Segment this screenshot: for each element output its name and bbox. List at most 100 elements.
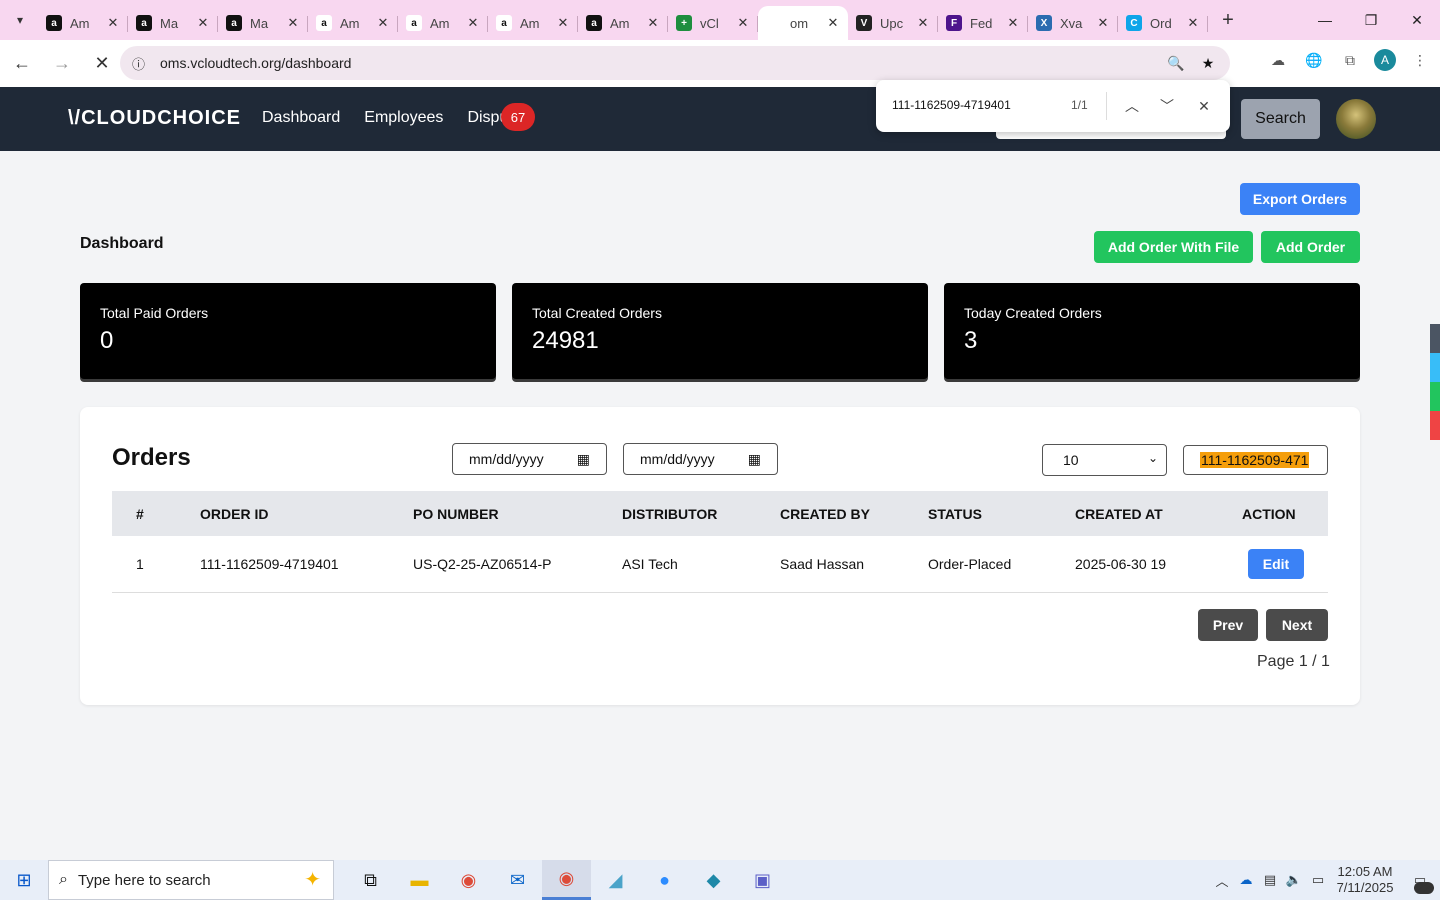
find-next-icon[interactable]: ﹀ <box>1155 94 1179 118</box>
find-in-page-icon[interactable]: 🔍 <box>1164 51 1188 75</box>
stat-card-today-created: Today Created Orders 3 <box>944 283 1360 379</box>
calendar-icon[interactable]: ▦ <box>748 451 761 468</box>
browser-tab[interactable]: a Am ✕ <box>398 6 488 40</box>
clock[interactable]: 12:05 AM 7/11/2025 <box>1330 860 1400 900</box>
tab-close-icon[interactable]: ✕ <box>1006 15 1020 31</box>
chrome-profile-icon[interactable]: ◉ <box>542 860 591 900</box>
browser-tab[interactable]: a Am ✕ <box>488 6 578 40</box>
file-explorer-icon[interactable]: ▬ <box>395 860 444 900</box>
outlook-icon[interactable]: ✉ <box>493 860 542 900</box>
onedrive-icon[interactable]: ☁ <box>1234 860 1258 900</box>
browser-tab[interactable]: F Fed ✕ <box>938 6 1028 40</box>
date-to-input[interactable]: mm/dd/yyyy ▦ <box>623 443 778 475</box>
network-icon[interactable]: ▭ <box>1306 860 1330 900</box>
tab-close-icon[interactable]: ✕ <box>736 15 750 31</box>
browser-tab[interactable]: a Am ✕ <box>38 6 128 40</box>
new-tab-button[interactable]: + <box>1214 6 1242 34</box>
tab-close-icon[interactable]: ✕ <box>286 15 300 31</box>
chrome-icon[interactable]: ◉ <box>444 860 493 900</box>
tab-close-icon[interactable]: ✕ <box>646 15 660 31</box>
tab-close-icon[interactable]: ✕ <box>556 15 570 31</box>
browser-tab[interactable]: a Ma ✕ <box>128 6 218 40</box>
nav-employees[interactable]: Employees <box>364 109 443 127</box>
prev-page-button[interactable]: Prev <box>1198 609 1258 641</box>
volume-icon[interactable]: 🔈 <box>1282 860 1306 900</box>
brand-logo[interactable]: \/CLOUDCHOICE <box>68 107 241 130</box>
site-info-icon[interactable]: ⓘ <box>132 54 156 73</box>
chevron-up-icon[interactable]: ︿ <box>1210 860 1234 900</box>
next-page-button[interactable]: Next <box>1266 609 1328 641</box>
find-previous-icon[interactable]: ︿ <box>1120 94 1144 118</box>
browser-tab[interactable]: + vCl ✕ <box>668 6 758 40</box>
edit-order-button[interactable]: Edit <box>1248 549 1304 579</box>
tab-close-icon[interactable]: ✕ <box>1096 15 1110 31</box>
browser-tab[interactable]: a Ma ✕ <box>218 6 308 40</box>
address-bar[interactable]: ⓘ oms.vcloudtech.org/dashboard 🔍 ★ <box>120 46 1230 80</box>
calendar-icon[interactable]: ▦ <box>577 451 590 468</box>
tab-title: Ma <box>160 15 179 31</box>
add-order-with-file-button[interactable]: Add Order With File <box>1094 231 1253 263</box>
zoom-icon[interactable]: ● <box>640 860 689 900</box>
browser-tab[interactable]: C Ord ✕ <box>1118 6 1208 40</box>
tab-close-icon[interactable]: ✕ <box>826 15 840 31</box>
orders-search-input[interactable]: 111-1162509-471 <box>1183 445 1328 475</box>
restore-icon[interactable]: ❐ <box>1348 0 1394 40</box>
stat-card-total-paid: Total Paid Orders 0 <box>80 283 496 379</box>
export-orders-button[interactable]: Export Orders <box>1240 183 1360 215</box>
tab-close-icon[interactable]: ✕ <box>376 15 390 31</box>
browser-tab[interactable]: X Xva ✕ <box>1028 6 1118 40</box>
translate-icon[interactable]: 🌐 <box>1302 48 1326 72</box>
tab-favicon-icon: F <box>946 15 962 31</box>
date-from-input[interactable]: mm/dd/yyyy ▦ <box>452 443 607 475</box>
browser-menu-icon[interactable]: ⋮ <box>1408 48 1432 72</box>
windows-start-icon[interactable]: ⊞ <box>0 860 48 900</box>
security-icon[interactable]: ▤ <box>1258 860 1282 900</box>
header-search-button[interactable]: Search <box>1241 99 1320 139</box>
tab-title: vCl <box>700 15 719 31</box>
task-view-icon[interactable]: ⧉ <box>346 860 395 900</box>
tab-title: Ord <box>1150 15 1172 31</box>
notification-count: 22 <box>1413 881 1434 894</box>
tab-title: Fed <box>970 15 993 31</box>
tab-close-icon[interactable]: ✕ <box>466 15 480 31</box>
tab-close-icon[interactable]: ✕ <box>1186 15 1200 31</box>
back-button[interactable]: ← <box>4 46 40 82</box>
minimize-icon[interactable]: — <box>1302 0 1348 40</box>
browser-tab[interactable]: V Upc ✕ <box>848 6 938 40</box>
close-window-icon[interactable]: ✕ <box>1394 0 1440 40</box>
page-size-select[interactable]: 10 ⌄ <box>1042 444 1167 476</box>
orders-panel: Orders mm/dd/yyyy ▦ mm/dd/yyyy ▦ 10 ⌄ 11… <box>80 407 1360 705</box>
tab-favicon-icon: a <box>46 15 62 31</box>
forward-button[interactable]: → <box>44 46 80 82</box>
extension-icon[interactable]: ☁ <box>1266 48 1290 72</box>
tab-close-icon[interactable]: ✕ <box>916 15 930 31</box>
user-avatar[interactable] <box>1336 99 1376 139</box>
add-order-button[interactable]: Add Order <box>1261 231 1360 263</box>
page-size-value: 10 <box>1063 452 1079 468</box>
side-widget-strip[interactable] <box>1430 324 1440 442</box>
notification-icon[interactable]: ▭ 22 <box>1400 860 1440 900</box>
find-input[interactable]: 111-1162509-4719401 <box>892 98 1011 112</box>
tab-close-icon[interactable]: ✕ <box>196 15 210 31</box>
disputes-count-badge: 67 <box>501 103 535 131</box>
teams-icon[interactable]: ▣ <box>738 860 787 900</box>
stop-loading-button[interactable]: ✕ <box>84 46 120 82</box>
browser-tab[interactable]: om ✕ <box>758 6 848 40</box>
taskbar-search-placeholder: Type here to search <box>77 871 211 889</box>
browser-tab[interactable]: a Am ✕ <box>578 6 668 40</box>
profile-avatar[interactable]: A <box>1374 49 1396 71</box>
taskbar-search-box[interactable]: ⌕ Type here to search ✦ <box>48 860 334 900</box>
stat-value: 24981 <box>532 327 599 354</box>
nav-dashboard[interactable]: Dashboard <box>262 109 340 127</box>
app-icon[interactable]: ◢ <box>591 860 640 900</box>
tab-close-icon[interactable]: ✕ <box>106 15 120 31</box>
tab-search-button[interactable]: ▾ <box>6 6 34 34</box>
order-id-cell: 111-1162509-4719401 <box>200 556 339 572</box>
find-close-icon[interactable]: ✕ <box>1192 94 1216 118</box>
bookmark-star-icon[interactable]: ★ <box>1196 51 1220 75</box>
extensions-puzzle-icon[interactable]: ⧉ <box>1338 48 1362 72</box>
table-row: 1 111-1162509-4719401 US-Q2-25-AZ06514-P… <box>112 536 1328 593</box>
browser-tab[interactable]: a Am ✕ <box>308 6 398 40</box>
date-to-placeholder: mm/dd/yyyy <box>640 451 715 467</box>
app-diamond-icon[interactable]: ◆ <box>689 860 738 900</box>
